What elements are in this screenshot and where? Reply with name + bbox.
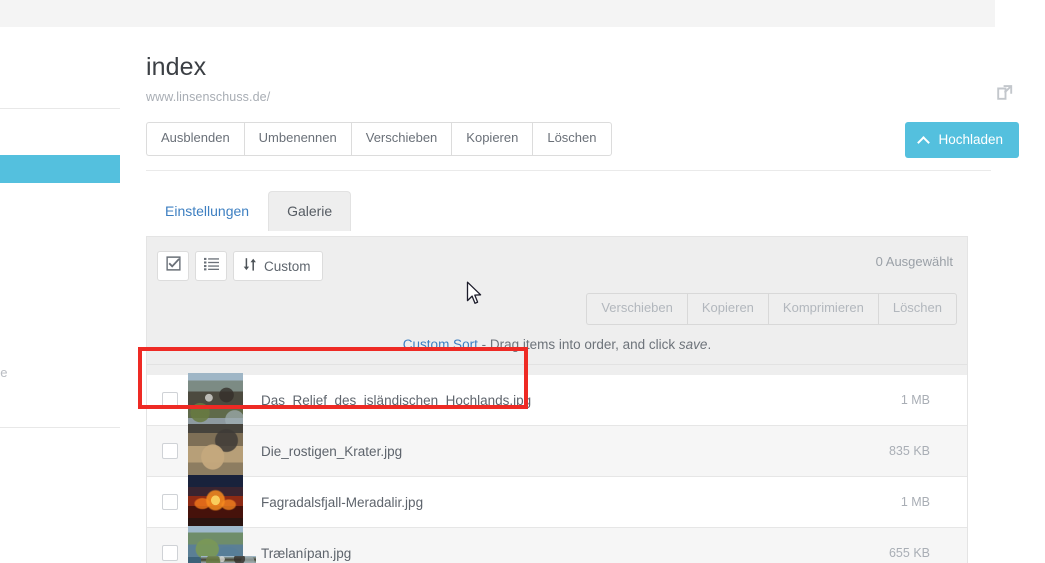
file-name: Das_Relief_des_isländischen_Hochlands.jp…: [261, 392, 532, 408]
browser-top-strip: [0, 0, 995, 27]
tab-bar: Einstellungen Galerie: [146, 191, 352, 232]
delete-button[interactable]: Löschen: [532, 122, 612, 156]
bulk-copy-button[interactable]: Kopieren: [686, 293, 768, 325]
list-view-button[interactable]: [195, 251, 227, 281]
thumbnail-fagradalsfjall[interactable]: [188, 474, 243, 530]
page-header: index www.linsenschuss.de/: [146, 53, 271, 105]
mouse-cursor: [466, 281, 484, 307]
upload-button[interactable]: Hochladen: [905, 122, 1019, 158]
file-name: Fagradalsfjall-Meradalir.jpg: [261, 494, 424, 510]
sort-updown-icon: [243, 257, 257, 275]
row-checkbox[interactable]: [162, 494, 178, 510]
rename-button[interactable]: Umbenennen: [243, 122, 351, 156]
external-link-icon[interactable]: [995, 82, 1015, 102]
bulk-compress-button[interactable]: Komprimieren: [767, 293, 878, 325]
sidebar-divider-top: [0, 108, 120, 109]
screenshot-root: e ge index www.linsenschuss.de/ Ausblend…: [0, 0, 1045, 563]
page-url: www.linsenschuss.de/: [146, 90, 271, 104]
file-size: 655 KB: [888, 546, 930, 560]
check-square-icon: [165, 256, 181, 276]
row-checkbox[interactable]: [162, 443, 178, 459]
custom-sort-link[interactable]: Custom Sort: [403, 337, 478, 352]
copy-button[interactable]: Kopieren: [451, 122, 533, 156]
file-list: Das_Relief_des_isländischen_Hochlands.jp…: [147, 372, 967, 563]
thumbnail-rusty-craters[interactable]: [188, 423, 243, 479]
file-size: 1 MB: [900, 495, 930, 509]
sort-hint-text-2: .: [707, 337, 712, 352]
selection-count: 0 Ausgewählt: [875, 254, 953, 269]
table-row[interactable]: Das_Relief_des_isländischen_Hochlands.jp…: [147, 372, 967, 428]
sidebar-active-item-highlight[interactable]: [0, 155, 120, 183]
select-all-button[interactable]: [157, 251, 189, 281]
thumbnail-icelandic-highlands[interactable]: [188, 372, 243, 428]
page-title: index: [146, 53, 207, 81]
move-button[interactable]: Verschieben: [350, 122, 452, 156]
thumbnail-next-partial: [201, 556, 256, 563]
file-size: 1 MB: [900, 393, 930, 407]
tab-einstellungen[interactable]: Einstellungen: [146, 191, 268, 231]
header-divider: [146, 170, 991, 171]
tab-galerie[interactable]: Galerie: [268, 191, 352, 232]
bulk-action-group: Verschieben Kopieren Komprimieren Lösche…: [586, 293, 957, 325]
upload-button-label: Hochladen: [938, 132, 1003, 147]
file-name: Die_rostigen_Krater.jpg: [261, 443, 403, 459]
hide-button[interactable]: Ausblenden: [146, 122, 244, 156]
file-size: 835 KB: [888, 444, 930, 458]
row-checkbox[interactable]: [162, 545, 178, 561]
chevron-up-icon: [919, 135, 929, 145]
bulk-move-button[interactable]: Verschieben: [586, 293, 687, 325]
table-row[interactable]: Fagradalsfjall-Meradalir.jpg 1 MB: [147, 474, 967, 530]
list-icon: [203, 257, 219, 276]
sort-mode-button[interactable]: Custom: [233, 251, 323, 281]
sidebar-clipped-label-2: ge: [0, 365, 8, 380]
file-name: Trælanípan.jpg: [261, 545, 352, 561]
sidebar-divider-bottom: [0, 427, 120, 428]
sort-mode-label: Custom: [264, 258, 311, 274]
sort-hint-italic: save: [678, 337, 708, 352]
row-checkbox[interactable]: [162, 392, 178, 408]
gallery-panel: Custom 0 Ausgewählt Verschieben Kopieren…: [146, 236, 968, 563]
main-content: index www.linsenschuss.de/ Ausblenden Um…: [120, 27, 1045, 563]
sort-hint: Custom Sort - Drag items into order, and…: [147, 337, 967, 365]
table-row[interactable]: Die_rostigen_Krater.jpg 835 KB: [147, 423, 967, 479]
table-row[interactable]: Trælanípan.jpg 655 KB: [147, 525, 967, 563]
bulk-delete-button[interactable]: Löschen: [877, 293, 957, 325]
sort-hint-text-1: - Drag items into order, and click: [477, 337, 679, 352]
sidebar-partial: e ge: [0, 27, 120, 563]
file-action-button-group: Ausblenden Umbenennen Verschieben Kopier…: [146, 122, 612, 156]
gallery-toolbar: Custom: [157, 251, 323, 281]
